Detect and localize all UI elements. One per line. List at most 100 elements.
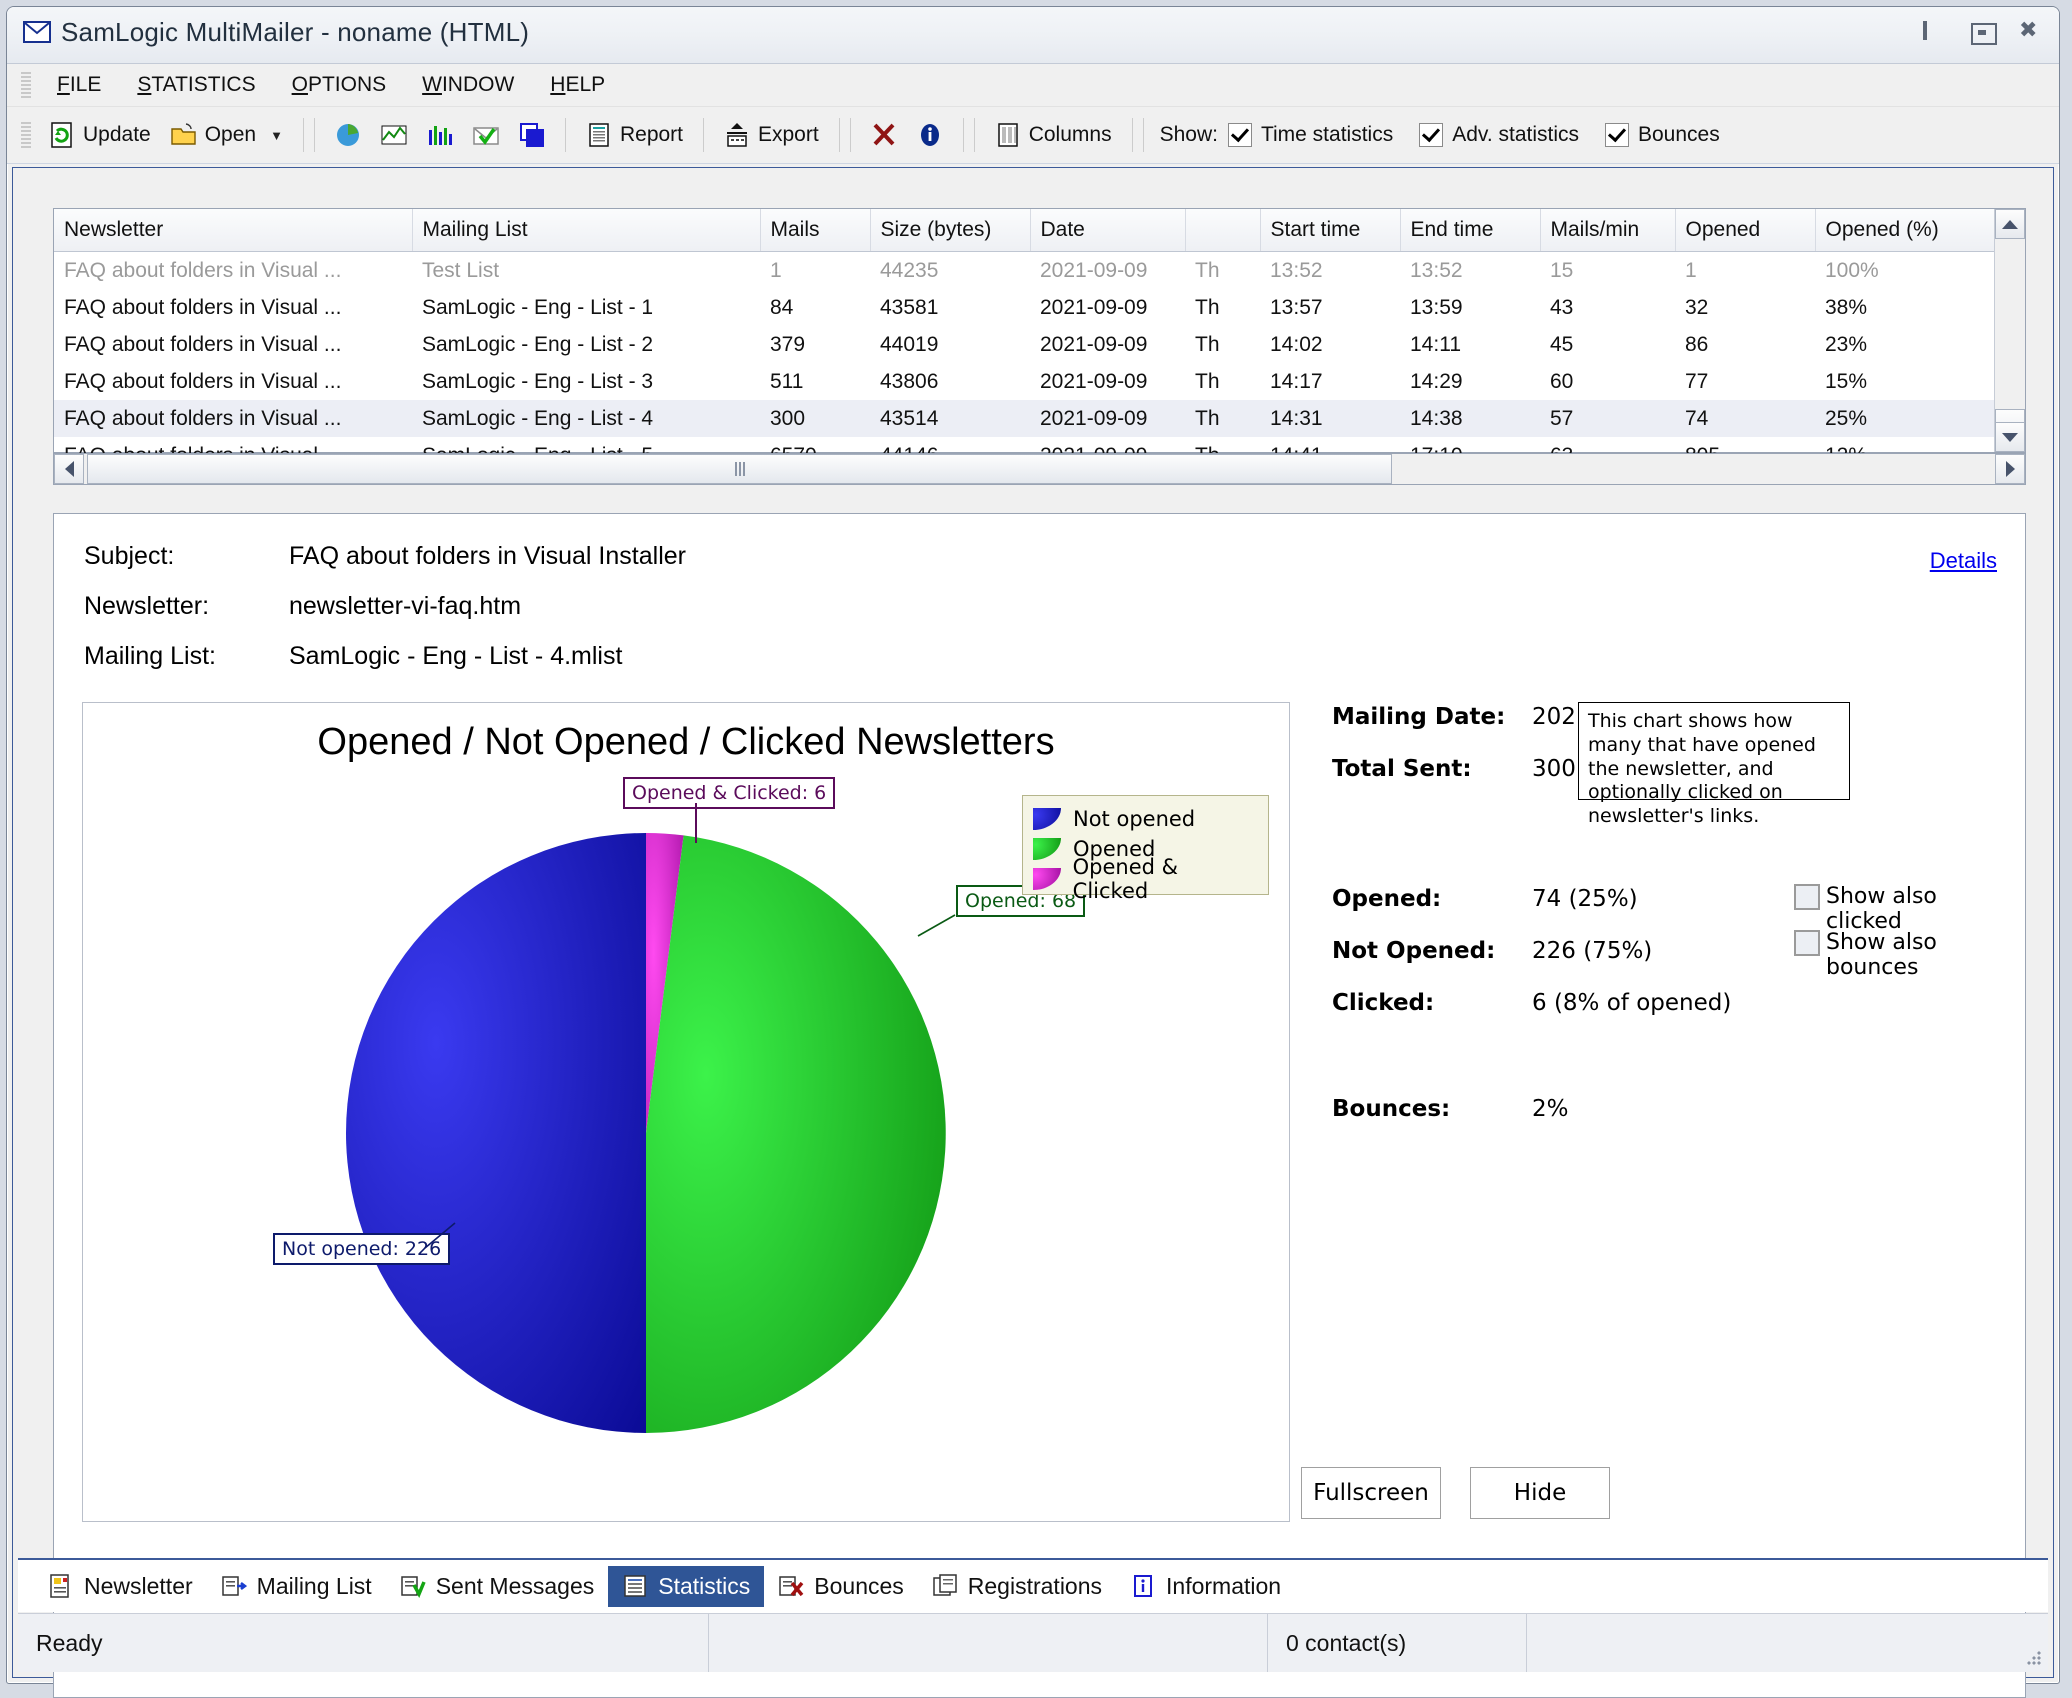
hide-button[interactable]: Hide	[1470, 1467, 1610, 1519]
info-icon	[917, 122, 943, 148]
minimize-icon[interactable]	[1923, 21, 1949, 43]
chart-tooltip: This chart shows how many that have open…	[1578, 702, 1850, 827]
columns-button[interactable]: Columns	[985, 118, 1122, 152]
cell-list: SamLogic - Eng - List - 2	[422, 332, 654, 356]
checkbox-time-statistics[interactable]: Time statistics	[1227, 123, 1393, 147]
checkbox-show-also-bounces[interactable]	[1794, 930, 1820, 956]
menu-help[interactable]: HELP	[532, 69, 623, 101]
checkbox-bounces[interactable]: Bounces	[1605, 123, 1720, 147]
checkbox-show-also-clicked[interactable]	[1794, 884, 1820, 910]
col-day[interactable]	[1185, 209, 1261, 252]
refresh-document-icon	[49, 122, 75, 148]
cell-mails: 300	[760, 400, 870, 437]
col-newsletter[interactable]: Newsletter	[54, 209, 413, 252]
cell-newsletter: FAQ about folders in Visual ...	[54, 400, 412, 437]
report-button[interactable]: Report	[576, 118, 693, 152]
window-controls: ✖	[1923, 20, 2045, 45]
scroll-left-button[interactable]	[54, 454, 84, 484]
checkmark-icon	[1227, 123, 1252, 147]
fullscreen-button[interactable]: Fullscreen	[1301, 1467, 1441, 1519]
cell-pct: 100%	[1825, 258, 1879, 282]
col-opened-pct[interactable]: Opened (%)	[1815, 209, 1999, 252]
hscroll-thumb[interactable]	[87, 454, 1392, 484]
col-size[interactable]: Size (bytes)	[870, 209, 1031, 252]
subject-label: Subject:	[84, 542, 175, 570]
checkbox-adv-statistics[interactable]: Adv. statistics	[1419, 123, 1579, 147]
open-button[interactable]: Open ▼	[161, 118, 293, 152]
cell-end: 13:59	[1410, 295, 1463, 319]
col-mails[interactable]: Mails	[760, 209, 871, 252]
cell-end: 14:11	[1410, 332, 1461, 356]
col-date[interactable]: Date	[1030, 209, 1186, 252]
sent-messages-icon	[400, 1576, 426, 1599]
resize-grip[interactable]	[2016, 1614, 2048, 1672]
mail-check-button[interactable]	[463, 118, 509, 152]
col-opened[interactable]: Opened	[1675, 209, 1816, 252]
newsletter-icon	[50, 1574, 69, 1598]
close-icon[interactable]: ✖	[2019, 20, 2045, 43]
scroll-right-button[interactable]	[1995, 454, 2025, 484]
menu-options[interactable]: OPTIONS	[274, 69, 405, 101]
tab-sent-messages[interactable]: Sent Messages	[386, 1566, 609, 1607]
cell-pct: 38%	[1825, 295, 1868, 319]
tab-statistics[interactable]: Statistics	[608, 1565, 765, 1607]
info-button[interactable]	[907, 118, 953, 152]
update-button[interactable]: Update	[39, 118, 161, 152]
scroll-down-button[interactable]	[1995, 422, 2025, 452]
table-row[interactable]: FAQ about folders in Visual ...SamLogic …	[54, 326, 1999, 363]
bottom-tab-bar: Newsletter Mailing List Sent Messages St…	[18, 1558, 2048, 1612]
table-row[interactable]: FAQ about folders in Visual ...SamLogic …	[54, 400, 1999, 437]
maximize-icon[interactable]	[1971, 21, 1997, 45]
cell-size: 44019	[880, 332, 939, 356]
cell-list: SamLogic - Eng - List - 3	[422, 369, 654, 393]
pie-chart-icon	[335, 122, 361, 148]
col-mails-per-min[interactable]: Mails/min	[1540, 209, 1676, 252]
clicked-value: 6 (8% of opened)	[1532, 990, 1732, 1016]
export-button[interactable]: Export	[714, 118, 829, 152]
grid-vertical-scrollbar[interactable]	[1994, 209, 2025, 452]
cell-opened: 1	[1685, 258, 1697, 282]
bounces-label: Bounces:	[1332, 1096, 1451, 1122]
bar-chart-button[interactable]	[417, 118, 463, 152]
table-row[interactable]: FAQ about folders in Visual ...SamLogic …	[54, 363, 1999, 400]
cell-mails: 1	[770, 258, 782, 282]
delete-button[interactable]	[861, 118, 907, 152]
copy-button[interactable]	[509, 118, 555, 152]
scroll-up-button[interactable]	[1995, 209, 2025, 239]
toolbar-separator	[564, 118, 566, 152]
toolbar-separator	[1131, 118, 1133, 152]
col-start-time[interactable]: Start time	[1260, 209, 1401, 252]
toolbar-grip[interactable]	[21, 122, 31, 148]
menu-window[interactable]: WINDOW	[404, 69, 532, 101]
not-opened-value: 226 (75%)	[1532, 938, 1653, 964]
menu-bar: FILE STATISTICS OPTIONS WINDOW HELP	[7, 64, 2059, 107]
bounces-icon	[779, 1576, 804, 1597]
tab-bounces-label: Bounces	[814, 1572, 904, 1599]
menu-grip[interactable]	[21, 72, 31, 98]
table-row[interactable]: FAQ about folders in Visual ...SamLogic …	[54, 289, 1999, 326]
pie-chart-button[interactable]	[325, 118, 371, 152]
col-end-time[interactable]: End time	[1400, 209, 1541, 252]
line-chart-button[interactable]	[371, 118, 417, 152]
grid-horizontal-scrollbar[interactable]	[53, 453, 2026, 485]
cell-rate: 57	[1540, 400, 1675, 437]
tab-registrations[interactable]: Registrations	[918, 1566, 1116, 1607]
tab-mailing-list[interactable]: Mailing List	[207, 1566, 386, 1607]
cell-rate: 15	[1550, 258, 1574, 282]
columns-icon	[995, 122, 1021, 148]
details-link[interactable]: Details	[1930, 548, 1997, 574]
tab-bounces[interactable]: Bounces	[764, 1566, 918, 1607]
information-icon	[1134, 1575, 1153, 1597]
toolbar-separator	[313, 118, 315, 152]
tab-newsletter[interactable]: Newsletter	[34, 1566, 207, 1607]
statistics-grid[interactable]: Newsletter Mailing List Mails Size (byte…	[53, 208, 2026, 467]
tab-information[interactable]: Information	[1116, 1566, 1295, 1607]
menu-statistics[interactable]: STATISTICS	[119, 69, 273, 101]
subject-value: FAQ about folders in Visual Installer	[289, 542, 686, 570]
hscroll-track[interactable]	[84, 454, 1995, 484]
table-row[interactable]: FAQ about folders in Visual ... Test List…	[54, 252, 1999, 290]
total-sent-value: 300	[1532, 756, 1576, 782]
chevron-down-icon[interactable]: ▼	[270, 128, 283, 143]
col-mailing-list[interactable]: Mailing List	[412, 209, 761, 252]
menu-file[interactable]: FILE	[39, 69, 119, 101]
